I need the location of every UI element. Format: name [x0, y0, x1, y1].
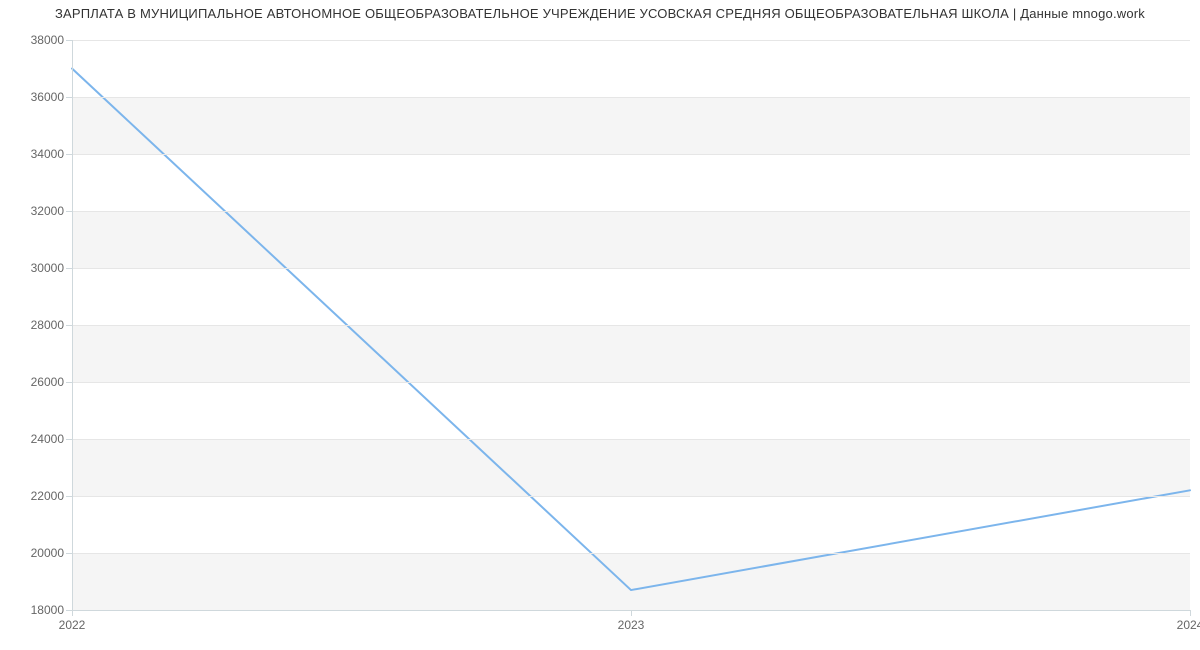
series-path [72, 69, 1190, 591]
y-axis-line [72, 40, 73, 610]
x-tick-label: 2022 [59, 610, 86, 632]
y-gridline [72, 211, 1190, 212]
x-axis-line [72, 610, 1190, 611]
x-tick-label: 2023 [618, 610, 645, 632]
y-gridline [72, 439, 1190, 440]
y-gridline [72, 154, 1190, 155]
y-gridline [72, 40, 1190, 41]
y-tick-label: 38000 [31, 33, 72, 47]
y-gridline [72, 496, 1190, 497]
y-tick-label: 24000 [31, 432, 72, 446]
y-tick-label: 32000 [31, 204, 72, 218]
y-gridline [72, 325, 1190, 326]
x-tick-label: 2024 [1177, 610, 1200, 632]
plot-area: 1800020000220002400026000280003000032000… [72, 40, 1190, 610]
y-tick-label: 30000 [31, 261, 72, 275]
y-tick-label: 22000 [31, 489, 72, 503]
chart-title: ЗАРПЛАТА В МУНИЦИПАЛЬНОЕ АВТОНОМНОЕ ОБЩЕ… [0, 6, 1200, 21]
y-gridline [72, 268, 1190, 269]
y-gridline [72, 382, 1190, 383]
chart-container: ЗАРПЛАТА В МУНИЦИПАЛЬНОЕ АВТОНОМНОЕ ОБЩЕ… [0, 0, 1200, 650]
y-tick-label: 36000 [31, 90, 72, 104]
y-tick-label: 26000 [31, 375, 72, 389]
y-tick-label: 34000 [31, 147, 72, 161]
y-gridline [72, 553, 1190, 554]
y-gridline [72, 97, 1190, 98]
y-tick-label: 28000 [31, 318, 72, 332]
y-tick-label: 20000 [31, 546, 72, 560]
